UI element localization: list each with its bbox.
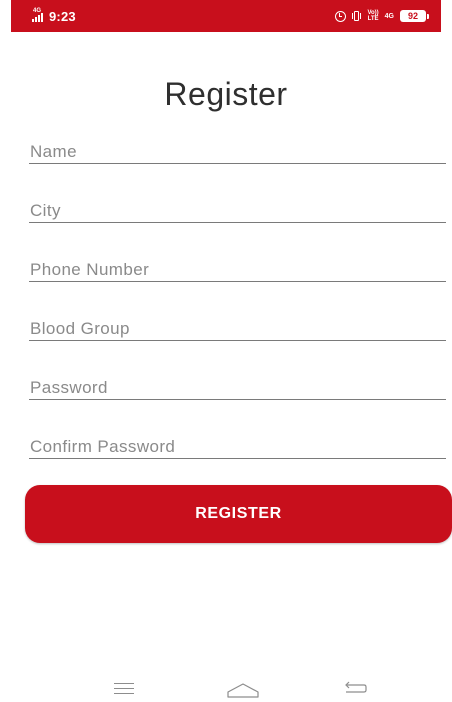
city-field[interactable]	[29, 199, 446, 223]
volte-bottom-text: LTE	[367, 16, 379, 22]
menu-icon[interactable]	[114, 683, 134, 698]
back-icon[interactable]	[344, 681, 368, 697]
alarm-icon	[335, 10, 347, 22]
password-field[interactable]	[29, 376, 446, 400]
name-input[interactable]	[30, 142, 440, 162]
status-time: 9:23	[49, 8, 76, 24]
name-field[interactable]	[29, 140, 446, 164]
status-bar: 4G 9:23 Vo)) LTE 4G 92	[11, 0, 441, 32]
password-input[interactable]	[30, 378, 440, 398]
signal-bars	[32, 13, 43, 22]
phone-number-field[interactable]	[29, 258, 446, 282]
vibrate-icon	[352, 11, 362, 21]
network-type: 4G	[384, 12, 394, 20]
blood-group-input[interactable]	[30, 319, 440, 339]
page-title: Register	[164, 76, 288, 112]
phone-number-input[interactable]	[30, 260, 440, 280]
confirm-password-input[interactable]	[30, 437, 440, 457]
home-icon[interactable]	[226, 681, 260, 699]
status-bar-right: Vo)) LTE 4G 92	[335, 10, 429, 22]
signal-icon: 4G	[31, 8, 45, 24]
confirm-password-field[interactable]	[29, 435, 446, 459]
volte-indicator: Vo)) LTE	[367, 10, 378, 22]
battery-icon: 92	[400, 10, 429, 22]
navigation-bar	[0, 676, 452, 702]
blood-group-field[interactable]	[29, 317, 446, 341]
city-input[interactable]	[30, 201, 440, 221]
register-button[interactable]: REGISTER	[25, 485, 452, 543]
battery-level: 92	[400, 10, 426, 22]
status-bar-left: 4G 9:23	[31, 8, 76, 24]
